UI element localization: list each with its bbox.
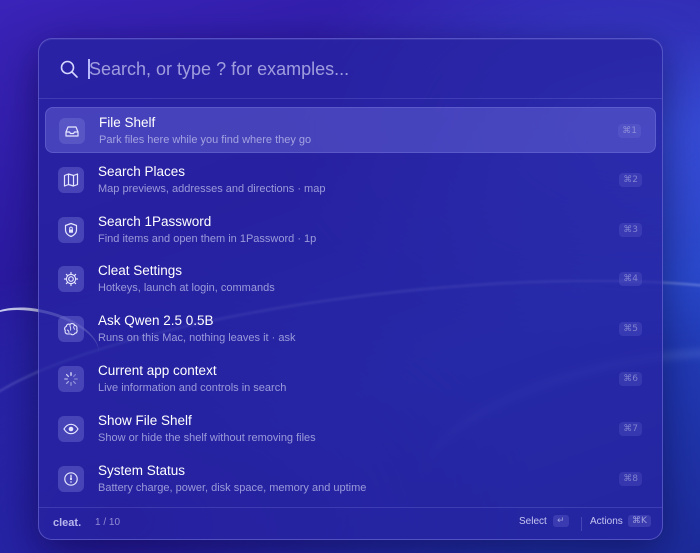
actions-key-hint: ⌘K xyxy=(628,515,651,527)
result-item-current-app-context[interactable]: Current app context Live information and… xyxy=(45,356,656,402)
result-subtitle: Find items and open them in 1Password · … xyxy=(98,232,317,245)
result-title: Ask Qwen 2.5 0.5B xyxy=(98,313,214,329)
actions-button[interactable]: Actions xyxy=(590,516,623,527)
result-item-file-shelf[interactable]: File Shelf Park files here while you fin… xyxy=(45,107,656,153)
shortcut-badge: ⌘4 xyxy=(619,272,642,287)
result-title: Current app context xyxy=(98,362,217,378)
result-subtitle: Show or hide the shelf without removing … xyxy=(98,431,316,444)
shortcut-badge: ⌘5 xyxy=(619,322,642,337)
result-title: Search Places xyxy=(98,163,186,179)
map-icon xyxy=(58,166,84,193)
result-item-search-places[interactable]: Search Places Map previews, addresses an… xyxy=(45,157,656,203)
footer-divider xyxy=(581,517,582,531)
loading-spinner-icon xyxy=(58,365,84,392)
eye-icon xyxy=(58,415,84,442)
result-title: Cleat Settings xyxy=(98,263,183,279)
search-input[interactable] xyxy=(89,53,629,85)
select-button[interactable]: Select xyxy=(519,516,547,527)
shortcut-badge: ⌘6 xyxy=(619,371,642,386)
footer-bar: cleat. 1 / 10 Select ↵ Actions ⌘K xyxy=(39,507,662,539)
result-title: Show File Shelf xyxy=(98,412,192,428)
text-caret xyxy=(88,59,90,79)
result-subtitle: Park files here while you find where the… xyxy=(99,134,312,146)
shortcut-badge: ⌘3 xyxy=(619,222,642,237)
result-item-system-status[interactable]: System Status Battery charge, power, dis… xyxy=(45,456,656,502)
shield-lock-icon xyxy=(58,216,84,243)
tray-icon xyxy=(59,118,85,144)
result-item-search-1password[interactable]: Search 1Password Find items and open the… xyxy=(45,207,656,253)
result-subtitle: Runs on this Mac, nothing leaves it · as… xyxy=(98,332,296,345)
search-icon xyxy=(60,60,78,78)
result-item-show-file-shelf[interactable]: Show File Shelf Show or hide the shelf w… xyxy=(45,406,656,452)
gauge-icon xyxy=(58,465,84,492)
result-item-ask-qwen[interactable]: Ask Qwen 2.5 0.5B Runs on this Mac, noth… xyxy=(45,306,656,352)
gear-icon xyxy=(58,266,84,293)
shortcut-badge: ⌘1 xyxy=(618,124,641,138)
result-title: Search 1Password xyxy=(98,213,212,229)
shortcut-badge: ⌘8 xyxy=(619,471,642,486)
shortcut-badge: ⌘2 xyxy=(619,172,642,187)
return-key-hint: ↵ xyxy=(553,515,569,527)
shortcut-badge: ⌘7 xyxy=(619,421,642,436)
result-subtitle: Hotkeys, launch at login, commands xyxy=(98,282,275,295)
result-title: System Status xyxy=(98,462,186,478)
command-palette: File Shelf Park files here while you fin… xyxy=(38,38,663,540)
result-subtitle: Map previews, addresses and directions ·… xyxy=(98,182,326,195)
result-subtitle: Live information and controls in search xyxy=(98,381,287,394)
search-bar xyxy=(39,39,662,99)
result-subtitle: Battery charge, power, disk space, memor… xyxy=(98,481,367,494)
result-counter: 1 / 10 xyxy=(95,517,121,528)
brand-logo: cleat. xyxy=(53,517,82,529)
result-item-cleat-settings[interactable]: Cleat Settings Hotkeys, launch at login,… xyxy=(45,256,656,302)
results-list: File Shelf Park files here while you fin… xyxy=(45,107,656,505)
brain-icon xyxy=(58,316,84,343)
result-title: File Shelf xyxy=(99,115,156,130)
